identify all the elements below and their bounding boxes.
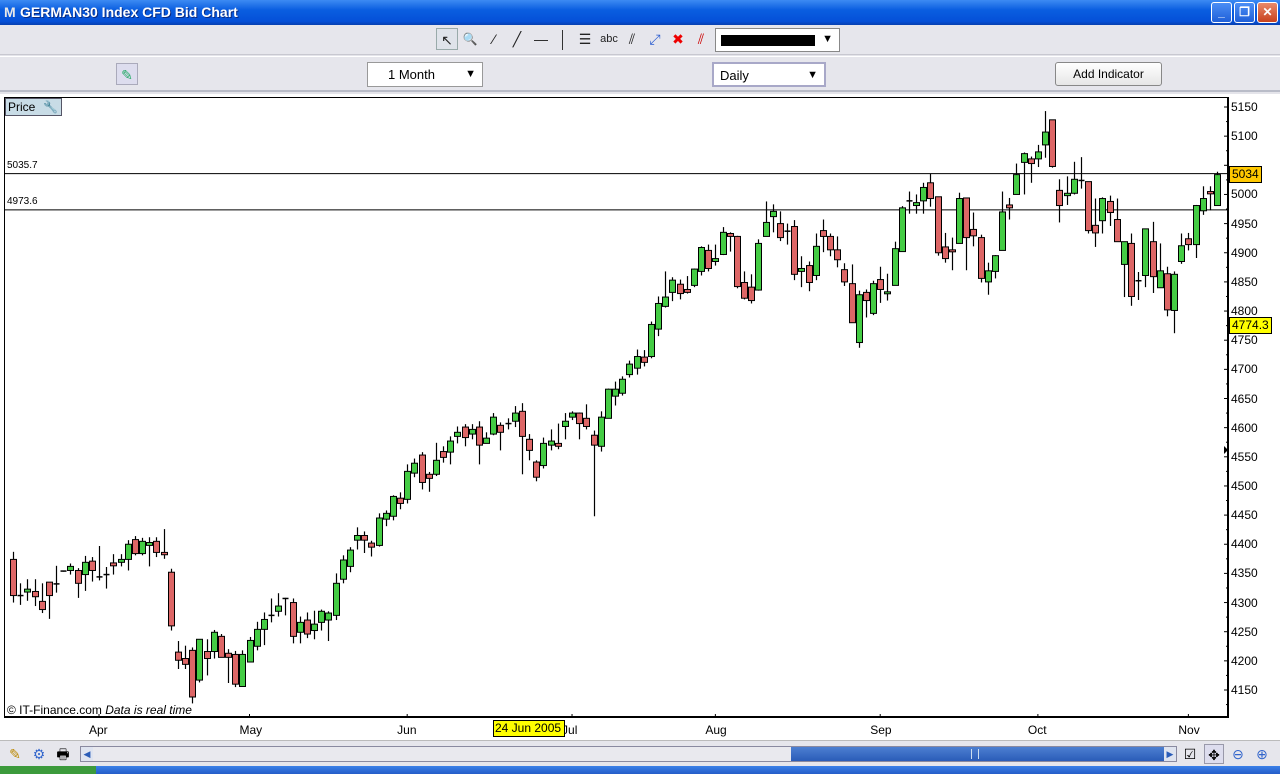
y-tick-label: 5000 bbox=[1231, 187, 1258, 202]
x-tick-label: May bbox=[239, 723, 263, 737]
y-tick-label: 4550 bbox=[1231, 449, 1258, 464]
zoom-in-icon[interactable]: ⊕ bbox=[1252, 744, 1272, 764]
scroll-left-icon[interactable]: ◀ bbox=[81, 747, 93, 761]
x-tick-label: Aug bbox=[705, 723, 727, 737]
y-tick-label: 4350 bbox=[1231, 566, 1258, 581]
scrollbar-thumb[interactable] bbox=[791, 747, 1166, 761]
hline-label: 5035.7 bbox=[7, 160, 38, 171]
copyright-note: © IT-Finance.com Data is real time bbox=[7, 703, 192, 717]
y-tick-label: 4500 bbox=[1231, 478, 1258, 493]
y-tick-label: 5150 bbox=[1231, 100, 1258, 114]
plot-frame bbox=[4, 97, 1229, 718]
y-tick-label: 4900 bbox=[1231, 245, 1258, 260]
zoom-out-icon[interactable]: ⊖ bbox=[1228, 744, 1248, 764]
pan-icon[interactable]: ✥ bbox=[1204, 744, 1224, 764]
copyright-text: © IT-Finance.com bbox=[7, 703, 102, 717]
draw-settings-icon[interactable]: ✎ bbox=[5, 744, 25, 764]
hline-label: 4973.6 bbox=[7, 196, 38, 207]
taskbar bbox=[0, 766, 1280, 774]
y-tick-label: 4400 bbox=[1231, 537, 1258, 552]
y-tick-label: 4650 bbox=[1231, 391, 1258, 406]
current-price-tag: 5034 bbox=[1229, 166, 1262, 183]
y-tick-label: 5100 bbox=[1231, 129, 1258, 144]
price-pane-label[interactable]: Price 🔧 bbox=[5, 98, 62, 116]
chart-properties-icon[interactable]: ⚙ bbox=[29, 744, 49, 764]
y-tick-label: 4300 bbox=[1231, 595, 1258, 610]
start-button[interactable] bbox=[0, 766, 96, 774]
y-tick-label: 4700 bbox=[1231, 362, 1258, 377]
y-tick-label: 4600 bbox=[1231, 420, 1258, 435]
chart-scrollbar[interactable]: ◀ ▶ bbox=[80, 746, 1177, 762]
x-tick-label: Sep bbox=[870, 723, 892, 737]
y-tick-label: 4750 bbox=[1231, 333, 1258, 348]
x-tick-label: Apr bbox=[89, 723, 108, 737]
y-tick-label: 4250 bbox=[1231, 624, 1258, 639]
cursor-price-tag: 4774.3 bbox=[1229, 317, 1272, 334]
x-tick-label: Oct bbox=[1027, 723, 1047, 737]
checklist-icon[interactable]: ☑ bbox=[1180, 744, 1200, 764]
date-tooltip: 24 Jun 2005 bbox=[493, 720, 565, 737]
y-tick-label: 4450 bbox=[1231, 508, 1258, 523]
y-tick-label: 4950 bbox=[1231, 216, 1258, 231]
grip-icon bbox=[971, 749, 979, 759]
realtime-note: Data is real time bbox=[105, 703, 192, 717]
x-tick-label: Nov bbox=[1178, 723, 1200, 737]
y-tick-label: 4150 bbox=[1231, 683, 1258, 697]
bottom-toolbar: ✎ ⚙ 🖶 ◀ ▶ ☑ ✥ ⊖ ⊕ bbox=[0, 740, 1280, 766]
scroll-right-icon[interactable]: ▶ bbox=[1164, 747, 1176, 761]
y-tick-label: 4850 bbox=[1231, 274, 1258, 289]
wrench-icon[interactable]: 🔧 bbox=[43, 99, 58, 115]
y-tick-label: 4800 bbox=[1231, 304, 1258, 319]
x-tick-label: Jun bbox=[397, 723, 417, 737]
y-tick-label: 4200 bbox=[1231, 653, 1258, 668]
print-icon[interactable]: 🖶 bbox=[53, 744, 73, 764]
pane-label-text: Price bbox=[8, 100, 36, 114]
